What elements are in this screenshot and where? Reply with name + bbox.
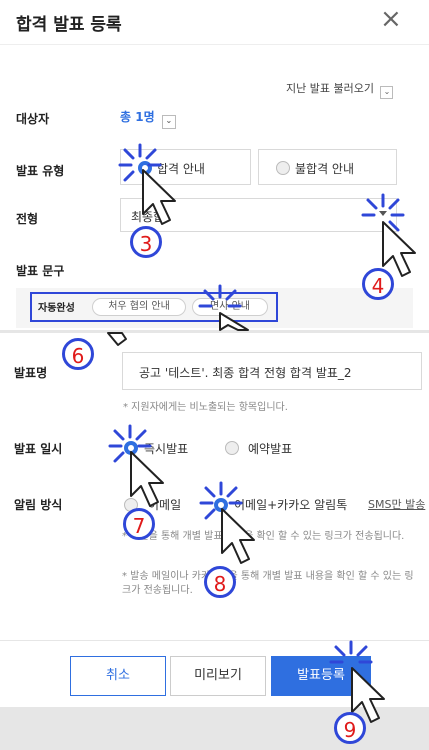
step-badge-4: 4 — [362, 268, 394, 300]
type-fail-radio — [276, 161, 290, 175]
type-fail-option[interactable]: 불합격 안내 — [258, 149, 397, 185]
submit-button[interactable]: 발표등록 — [271, 656, 371, 696]
stage-label: 전형 — [16, 212, 39, 226]
name-hint: * 지원자에게는 비노출되는 항목입니다. — [123, 402, 288, 413]
stage-value: 최종합 — [131, 210, 165, 224]
email-hint: * 메일을 통해 개별 발표 내용을 확인 할 수 있는 링크가 전송됩니다. — [122, 531, 405, 542]
chevron-down-icon: ⌄ — [380, 86, 394, 99]
name-input[interactable]: 공고 '테스트'. 최종 합격 전형 합격 발표_2 — [122, 352, 422, 390]
stage-select[interactable]: 최종합 — [120, 198, 397, 232]
step-badge-6: 6 — [62, 338, 94, 370]
step-badge-8: 8 — [204, 566, 236, 598]
autocomplete-label: 자동완성 — [38, 303, 75, 314]
scheduled-radio[interactable] — [225, 441, 239, 455]
name-value: 공고 '테스트'. 최종 합격 전형 합격 발표_2 — [139, 366, 352, 380]
kakao-hint: * 발송 메일이나 카카오톡을 통해 개별 발표 내용을 확인 할 수 있는 링… — [122, 571, 414, 596]
top-header-divider — [0, 44, 429, 45]
cancel-button[interactable]: 취소 — [70, 656, 166, 696]
step-badge-7: 7 — [123, 508, 155, 540]
notify-label: 알림 방식 — [14, 498, 63, 512]
step-badge-3: 3 — [130, 226, 162, 258]
chip-interview-notice[interactable]: 면사 안내 — [192, 298, 268, 316]
close-icon[interactable]: × — [380, 4, 402, 34]
type-pass-radio — [138, 161, 152, 175]
name-label: 발표명 — [14, 366, 48, 380]
type-pass-label: 합격 안내 — [157, 162, 205, 176]
bottom-divider — [0, 640, 429, 641]
type-label: 발표 유형 — [16, 164, 65, 178]
now-label: 즉시발표 — [144, 442, 189, 456]
email-kakao-radio[interactable] — [214, 498, 228, 512]
target-count: 총 1명 — [120, 110, 155, 124]
type-pass-option[interactable]: 합격 안내 — [120, 149, 251, 185]
scheduled-label: 예약발표 — [248, 442, 293, 456]
step-badge-9: 9 — [334, 712, 366, 744]
load-past-announcement[interactable]: 지난 발표 불러오기 ⌄ — [286, 80, 394, 99]
target-label: 대상자 — [16, 112, 50, 126]
modal-title: 합격 발표 등록 — [16, 15, 122, 35]
preview-button[interactable]: 미리보기 — [170, 656, 266, 696]
dropdown-arrow-icon — [379, 211, 387, 216]
load-past-label: 지난 발표 불러오기 — [286, 82, 374, 95]
chip-salary-negotiation[interactable]: 처우 협의 안내 — [92, 298, 186, 316]
type-fail-label: 불합격 안내 — [295, 162, 355, 176]
email-label: 이메일 — [148, 498, 182, 512]
now-radio[interactable] — [124, 441, 138, 455]
phrase-label: 발표 문구 — [16, 264, 65, 278]
datetime-label: 발표 일시 — [14, 442, 63, 456]
sms-only-link[interactable]: SMS만 발송 — [368, 496, 425, 512]
target-selector[interactable]: 총 1명 ⌄ — [120, 108, 176, 129]
email-kakao-label: 이메일+카카오 알림톡 — [234, 498, 348, 512]
chevron-down-icon: ⌄ — [161, 115, 176, 129]
